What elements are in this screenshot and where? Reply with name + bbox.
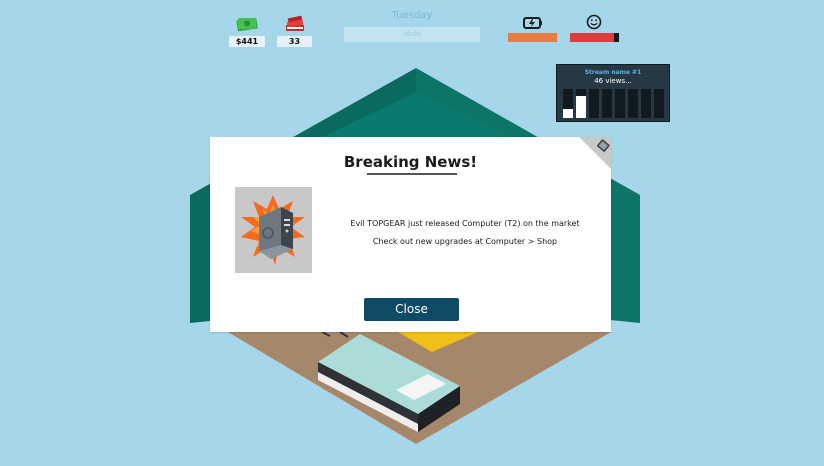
books-counter: 33 <box>277 36 312 47</box>
stream-bar <box>602 89 612 118</box>
news-image <box>235 187 312 273</box>
stream-bar <box>628 89 638 118</box>
stream-bar <box>615 89 625 118</box>
books-icon <box>286 15 304 31</box>
energy-bar <box>508 33 557 42</box>
stream-bar <box>576 89 586 118</box>
dialog-title: Breaking News! <box>343 153 478 171</box>
stream-bar <box>654 89 664 118</box>
time-bar: 00:00 <box>344 27 480 42</box>
smiley-icon <box>586 14 602 30</box>
news-dialog: Breaking News! Evil TOPGEAR just release… <box>210 137 611 332</box>
computer-corner-icon <box>579 137 611 169</box>
stream-panel[interactable]: Stream name #1 46 views... <box>556 64 670 122</box>
stream-bar <box>563 89 573 118</box>
day-label: Tuesday <box>391 10 433 21</box>
computer-tower-icon <box>241 195 305 265</box>
stream-views: 46 views... <box>594 77 632 85</box>
news-line-1: Evil TOPGEAR just released Computer (T2)… <box>350 219 580 228</box>
title-underline <box>367 173 457 175</box>
stream-bar-fill <box>563 109 573 118</box>
happiness-bar <box>570 33 619 42</box>
stream-bar <box>589 89 599 118</box>
stream-name: Stream name #1 <box>584 69 642 76</box>
money-counter: $441 <box>229 36 265 47</box>
stream-bar-fill <box>576 96 586 118</box>
battery-icon <box>523 17 542 29</box>
happiness-bar-fill <box>570 33 615 42</box>
close-button[interactable]: Close <box>364 298 459 321</box>
stream-bar <box>641 89 651 118</box>
cash-icon <box>236 17 258 32</box>
news-line-2: Check out new upgrades at Computer > Sho… <box>372 237 558 246</box>
